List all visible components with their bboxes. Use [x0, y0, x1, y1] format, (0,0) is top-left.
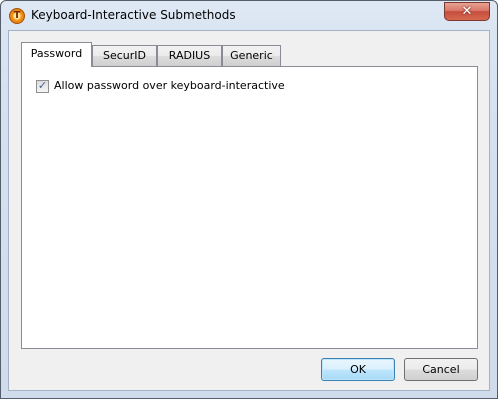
- password-tab-panel: ✓ Allow password over keyboard-interacti…: [21, 66, 478, 349]
- title-bar[interactable]: T Keyboard-Interactive Submethods ✕: [1, 1, 497, 30]
- cancel-button[interactable]: Cancel: [404, 358, 478, 381]
- dialog-window: T Keyboard-Interactive Submethods ✕ Pass…: [0, 0, 498, 399]
- allow-password-label[interactable]: Allow password over keyboard-interactive: [54, 79, 285, 92]
- ok-button[interactable]: OK: [321, 358, 395, 381]
- close-button[interactable]: ✕: [444, 2, 490, 21]
- tab-radius[interactable]: RADIUS: [157, 45, 222, 66]
- close-icon: ✕: [461, 4, 473, 19]
- dialog-body: Password SecurID RADIUS Generic ✓ Allow …: [8, 30, 490, 391]
- window-title: Keyboard-Interactive Submethods: [31, 8, 236, 22]
- allow-password-checkbox[interactable]: ✓: [36, 79, 49, 93]
- tab-generic[interactable]: Generic: [222, 45, 281, 66]
- app-logo-icon: T: [9, 8, 25, 24]
- tab-password[interactable]: Password: [21, 42, 92, 67]
- checkmark-icon: ✓: [37, 79, 48, 92]
- app-logo-letter: T: [13, 10, 21, 21]
- tab-securid[interactable]: SecurID: [92, 45, 157, 66]
